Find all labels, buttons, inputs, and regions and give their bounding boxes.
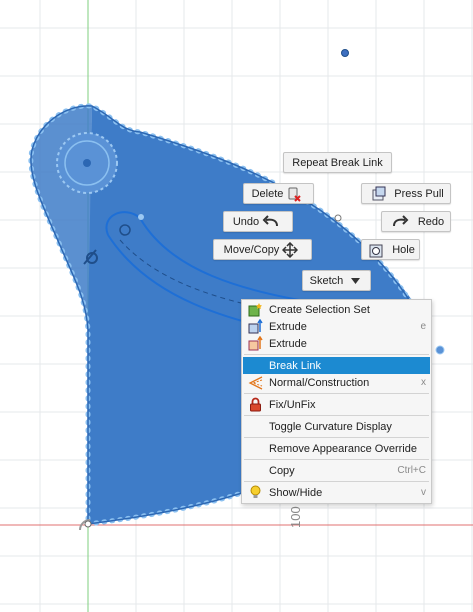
context-menu: Create Selection Set Extrude e Extrude B…: [241, 299, 432, 504]
redo-label: Redo: [417, 215, 445, 228]
redo-arrow-icon: [391, 214, 409, 229]
press-pull-label: Press Pull: [394, 187, 444, 200]
menu-separator: [244, 393, 429, 394]
origin-marker[interactable]: [79, 519, 92, 531]
delete-button[interactable]: Delete: [243, 183, 314, 204]
extrude-orange-icon: [247, 336, 263, 351]
delete-label: Delete: [251, 187, 284, 200]
sketch-label: Sketch: [309, 274, 344, 287]
menu-item-toggle-curvature-display[interactable]: Toggle Curvature Display: [243, 418, 430, 435]
sketch-point[interactable]: [341, 49, 349, 57]
construction-icon: [247, 375, 263, 390]
menu-item-remove-appearance-override[interactable]: Remove Appearance Override: [243, 440, 430, 457]
menu-separator: [244, 354, 429, 355]
menu-item-copy[interactable]: Copy Ctrl+C: [243, 462, 430, 479]
redo-button[interactable]: Redo: [381, 211, 451, 232]
menu-item-normal-construction[interactable]: Normal/Construction x: [243, 374, 430, 391]
move-copy-button[interactable]: Move/Copy: [213, 239, 312, 260]
sketch-dropdown-button[interactable]: Sketch: [302, 270, 371, 291]
undo-arrow-icon: [262, 214, 280, 229]
repeat-label: Repeat Break Link: [292, 156, 383, 169]
lightbulb-icon: [247, 485, 263, 500]
repeat-break-link-button[interactable]: Repeat Break Link: [283, 152, 392, 173]
selection-set-icon: [247, 302, 263, 317]
undo-label: Undo: [232, 215, 260, 228]
menu-item-break-link[interactable]: Break Link: [243, 357, 430, 374]
dimension-label[interactable]: 100: [288, 506, 303, 528]
sketch-point[interactable]: [435, 345, 445, 355]
hole-button[interactable]: Hole: [361, 239, 420, 260]
menu-item-create-selection-set[interactable]: Create Selection Set: [243, 301, 430, 318]
undo-button[interactable]: Undo: [223, 211, 293, 232]
menu-separator: [244, 437, 429, 438]
menu-separator: [244, 459, 429, 460]
menu-item-fix-unfix[interactable]: Fix/UnFix: [243, 396, 430, 413]
hole-label: Hole: [392, 243, 415, 256]
extrude-icon: [247, 319, 263, 334]
menu-item-extrude-2[interactable]: Extrude: [243, 335, 430, 352]
delete-icon: [286, 186, 302, 202]
sketch-point[interactable]: [334, 214, 342, 222]
hole-icon: [369, 242, 385, 258]
menu-item-show-hide[interactable]: Show/Hide v: [243, 484, 430, 501]
move-copy-label: Move/Copy: [223, 243, 280, 256]
chevron-down-icon: [351, 277, 361, 284]
menu-separator: [244, 481, 429, 482]
press-pull-button[interactable]: Press Pull: [361, 183, 451, 204]
menu-separator: [244, 415, 429, 416]
move-arrows-icon: [282, 241, 299, 258]
press-pull-icon: [371, 186, 387, 202]
sketch-circle[interactable]: [56, 132, 118, 194]
menu-item-extrude[interactable]: Extrude e: [243, 318, 430, 335]
lock-icon: [247, 397, 263, 412]
